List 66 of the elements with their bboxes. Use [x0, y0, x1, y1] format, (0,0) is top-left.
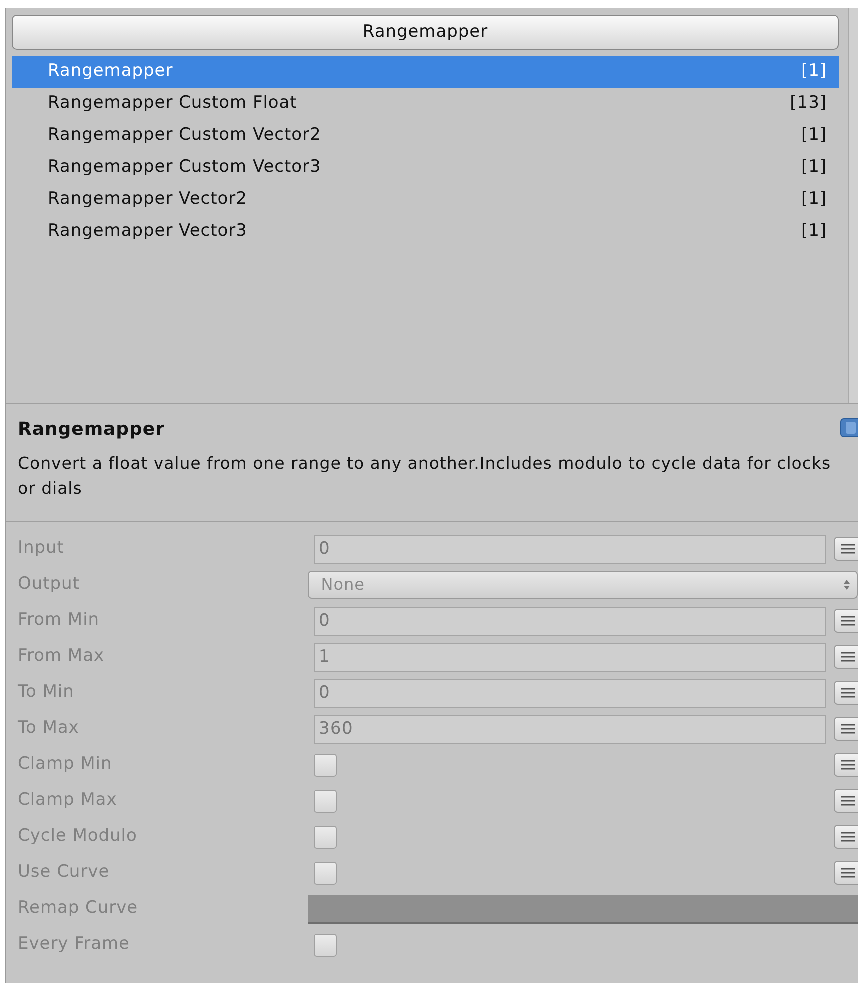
action-list-item[interactable]: Rangemapper Vector2 [1] [12, 184, 839, 216]
property-label: To Max [17, 717, 80, 740]
menu-button[interactable] [834, 609, 858, 633]
menu-button[interactable] [834, 825, 858, 849]
action-name: Rangemapper Vector2 [48, 188, 248, 212]
number-field[interactable]: 0 [314, 534, 826, 564]
action-list-item[interactable]: Rangemapper Custom Vector3 [1] [12, 152, 839, 184]
action-count: [1] [801, 60, 827, 84]
action-count: [1] [801, 156, 827, 180]
action-description: Convert a float value from one range to any another.Includes modulo to cycle data for clocks or dials [18, 453, 832, 500]
action-count: [13] [790, 92, 827, 116]
action-list-item[interactable]: Rangemapper [1] [12, 56, 839, 88]
number-field[interactable]: 1 [314, 642, 826, 672]
category-button[interactable]: Rangemapper [12, 15, 839, 50]
action-count: [1] [801, 188, 827, 212]
action-title: Rangemapper [18, 418, 166, 442]
checkbox[interactable] [314, 862, 337, 884]
menu-icon [841, 760, 855, 770]
menu-icon [841, 544, 855, 554]
number-field[interactable]: 0 [314, 678, 826, 708]
action-name: Rangemapper Custom Float [48, 92, 298, 116]
menu-button[interactable] [834, 645, 858, 669]
property-label: Every Frame [17, 933, 131, 956]
action-list-item[interactable]: Rangemapper Custom Float [13] [12, 88, 839, 120]
action-list-item[interactable]: Rangemapper Vector3 [1] [12, 216, 839, 248]
action-name: Rangemapper Custom Vector2 [48, 124, 322, 148]
action-name: Rangemapper [48, 60, 174, 84]
menu-button[interactable] [834, 537, 858, 561]
dropdown-field[interactable]: None [308, 571, 858, 599]
menu-icon [841, 616, 855, 626]
curve-field[interactable] [308, 894, 858, 924]
updown-arrows-icon [843, 579, 851, 591]
property-label: Clamp Max [17, 789, 118, 812]
property-label: From Max [17, 645, 106, 668]
menu-button[interactable] [834, 789, 858, 813]
property-label: Output [17, 573, 81, 596]
property-label: Remap Curve [17, 897, 140, 920]
property-label: Clamp Min [17, 753, 114, 776]
property-label: From Min [17, 609, 101, 632]
number-field[interactable]: 0 [314, 606, 826, 636]
menu-icon [841, 724, 855, 734]
action-name: Rangemapper Custom Vector3 [48, 156, 322, 180]
action-list-item[interactable]: Rangemapper Custom Vector2 [1] [12, 120, 839, 152]
menu-icon [841, 868, 855, 878]
menu-button[interactable] [834, 681, 858, 705]
checkbox[interactable] [314, 826, 337, 848]
menu-icon [841, 652, 855, 662]
action-count: [1] [801, 124, 827, 148]
property-label: Use Curve [17, 861, 111, 884]
menu-button[interactable] [834, 753, 858, 777]
menu-button[interactable] [834, 717, 858, 741]
menu-icon [841, 688, 855, 698]
menu-icon [841, 832, 855, 842]
menu-icon [841, 796, 855, 806]
property-label: Cycle Modulo [17, 825, 138, 848]
action-name: Rangemapper Vector3 [48, 220, 248, 244]
property-label: To Min [17, 681, 76, 704]
checkbox[interactable] [314, 934, 337, 956]
property-label: Input [17, 537, 66, 560]
action-count: [1] [801, 220, 827, 244]
help-icon[interactable] [840, 418, 858, 438]
number-field[interactable]: 360 [314, 714, 826, 744]
menu-button[interactable] [834, 861, 858, 885]
scrollbar[interactable] [848, 8, 858, 403]
checkbox[interactable] [314, 754, 337, 776]
checkbox[interactable] [314, 790, 337, 812]
